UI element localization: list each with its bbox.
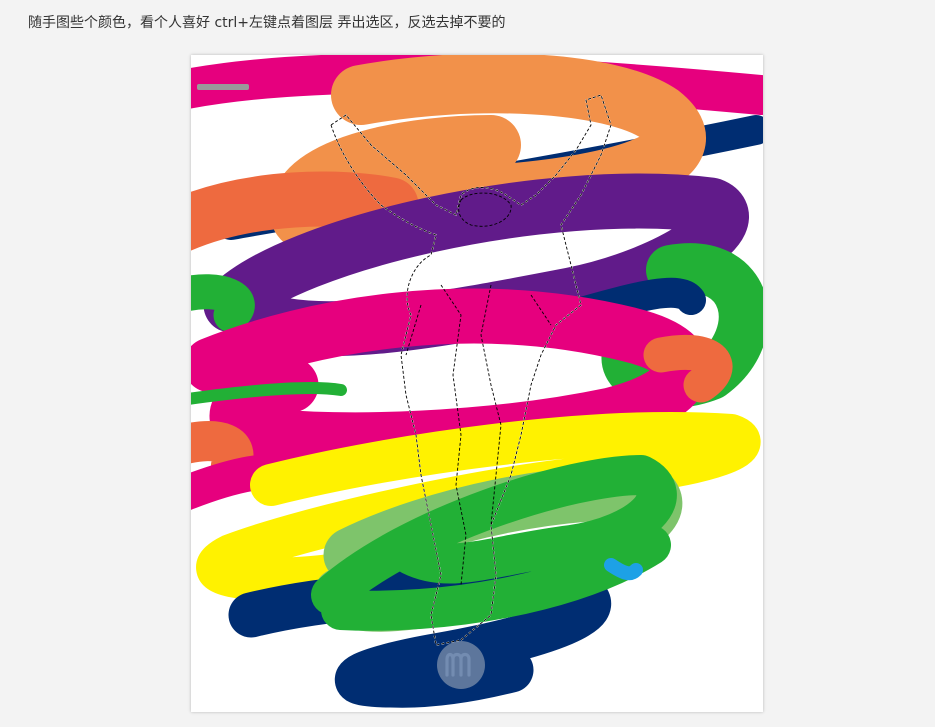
stroke-cyan <box>604 558 643 581</box>
watermark-logo-icon <box>437 641 485 689</box>
color-strokes-canvas <box>191 55 763 708</box>
tutorial-page: 随手图些个颜色，看个人喜好 ctrl+左键点着图层 弄出选区，反选去掉不要的 <box>0 0 935 727</box>
stroke-green-left <box>191 274 255 333</box>
image-scroll-indicator <box>197 84 249 90</box>
tutorial-image <box>191 55 763 712</box>
brush-strokes <box>191 55 763 708</box>
instruction-text: 随手图些个颜色，看个人喜好 ctrl+左键点着图层 弄出选区，反选去掉不要的 <box>28 15 506 31</box>
